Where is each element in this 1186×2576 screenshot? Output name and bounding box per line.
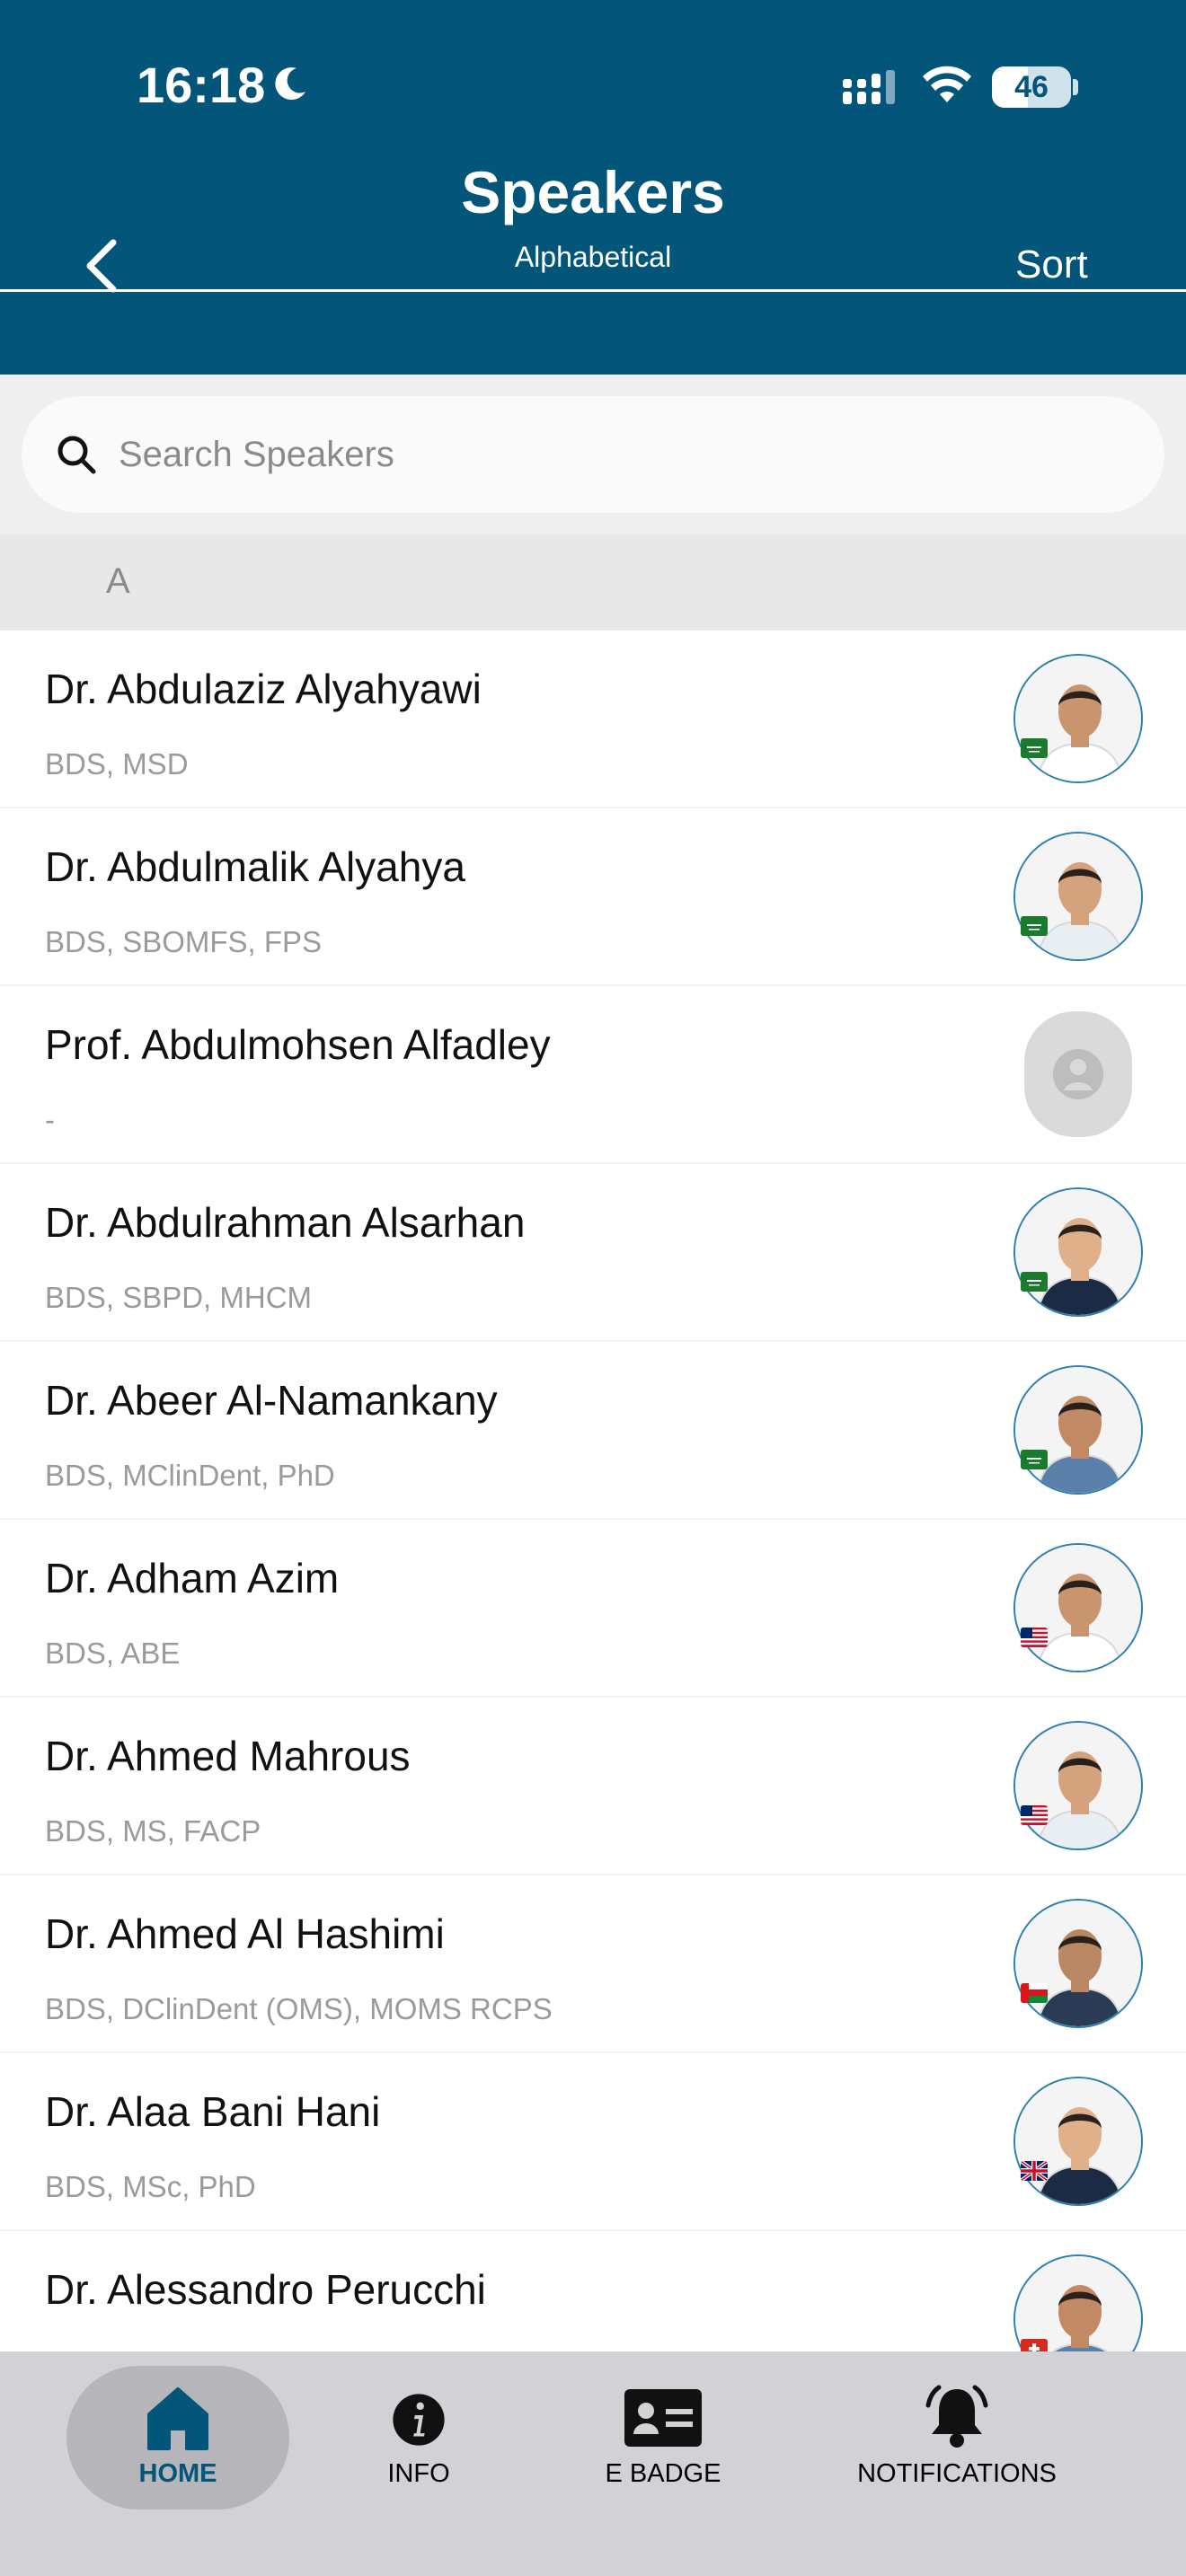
tab-info[interactable]: INFO (347, 2351, 491, 2513)
speaker-credentials: BDS, ABE (45, 1636, 181, 1670)
search-icon (58, 436, 96, 474)
speaker-name: Dr. Abdulaziz Alyahyawi (45, 666, 482, 712)
saudi-flag-icon (1021, 1272, 1048, 1292)
speaker-credentials: BDS, MSD (45, 747, 189, 781)
speaker-name: Dr. Abdulrahman Alsarhan (45, 1199, 526, 1246)
speaker-row[interactable]: Dr. Ahmed Al Hashimi BDS, DClinDent (OMS)… (0, 1875, 1186, 2051)
page-title: Speakers (461, 159, 725, 225)
saudi-flag-icon (1021, 738, 1048, 758)
speaker-row[interactable]: Dr. Ahmed Mahrous BDS, MS, FACP (0, 1698, 1186, 1874)
tab-home[interactable]: HOME (106, 2351, 250, 2513)
avatar-placeholder (1024, 1011, 1132, 1137)
cellular-signal-icon (843, 70, 895, 104)
wifi-icon (923, 66, 971, 102)
search-box[interactable] (22, 396, 1164, 513)
speaker-photo (1013, 2254, 1143, 2351)
info-icon (393, 2394, 445, 2446)
status-time: 16:18 (137, 57, 266, 113)
usa-flag-icon (1021, 1805, 1048, 1825)
saudi-flag-icon (1021, 916, 1048, 936)
speaker-list: Dr. Abdulaziz Alyahyawi BDS, MSD Dr. Abdul… (0, 631, 1186, 2351)
saudi-flag-icon (1021, 1450, 1048, 1469)
home-icon (147, 2387, 208, 2450)
speaker-photo (1013, 832, 1143, 961)
speaker-row[interactable]: Prof. Abdulmohsen Alfadley - (0, 986, 1186, 1162)
speaker-name: Dr. Abdulmalik Alyahya (45, 843, 465, 890)
badge-icon (624, 2389, 702, 2447)
speaker-row[interactable]: Dr. Adham Azim BDS, ABE (0, 1520, 1186, 1696)
speaker-name: Dr. Alessandro Perucchi (45, 2266, 486, 2313)
speaker-credentials: BDS, MSc, PhD (45, 2170, 256, 2203)
back-button[interactable] (77, 237, 128, 295)
speaker-name: Dr. Adham Azim (45, 1555, 340, 1601)
speaker-credentials: BDS, DClinDent (OMS), MOMS RCPS (45, 1992, 553, 2025)
usa-flag-icon (1021, 1628, 1048, 1647)
speaker-row[interactable]: Dr. Abdulmalik Alyahya BDS, SBOMFS, FPS (0, 808, 1186, 984)
tab-ebadge-label: E BADGE (605, 2459, 721, 2488)
bell-icon (925, 2385, 988, 2448)
search-input[interactable] (119, 423, 1107, 486)
sort-mode-subtitle: Alphabetical (514, 241, 672, 273)
oman-flag-icon (1021, 1983, 1048, 2003)
speaker-row[interactable]: Dr. Alaa Bani Hani BDS, MSc, PhD (0, 2053, 1186, 2229)
uk-flag-icon (1021, 2161, 1048, 2181)
tab-notifications[interactable]: NOTIFICATIONS (836, 2351, 1078, 2513)
section-header: A (0, 534, 1186, 631)
speaker-credentials: BDS, MS, FACP (45, 1814, 261, 1848)
tab-notifications-label: NOTIFICATIONS (857, 2459, 1057, 2488)
tab-ebadge[interactable]: E BADGE (582, 2351, 744, 2513)
battery-icon: 46 (992, 66, 1078, 108)
section-letter: A (106, 561, 130, 601)
header: 16:18 46 Speakers Alphabetical Sort (0, 0, 1186, 375)
speaker-row[interactable]: Dr. Abdulaziz Alyahyawi BDS, MSD (0, 631, 1186, 807)
speaker-name: Dr. Ahmed Mahrous (45, 1733, 411, 1779)
battery-percent: 46 (1014, 70, 1049, 104)
speaker-photo (1013, 1899, 1143, 2028)
speaker-credentials: - (45, 1103, 55, 1136)
speaker-photo (1013, 1543, 1143, 1672)
speaker-row[interactable]: Dr. Abdulrahman Alsarhan BDS, SBPD, MHCM (0, 1164, 1186, 1340)
moon-icon (275, 67, 305, 101)
speaker-photo (1013, 1187, 1143, 1317)
speaker-name: Prof. Abdulmohsen Alfadley (45, 1021, 551, 1068)
speaker-name: Dr. Ahmed Al Hashimi (45, 1910, 445, 1957)
sort-button[interactable]: Sort (1015, 243, 1088, 287)
speaker-photo (1013, 654, 1143, 783)
user-placeholder-icon (1053, 1049, 1103, 1099)
tab-home-label: HOME (138, 2459, 217, 2488)
speaker-credentials: BDS, MClinDent, PhD (45, 1459, 335, 1492)
speaker-row[interactable]: Dr. Alessandro Perucchi (0, 2231, 1186, 2351)
tab-info-label: INFO (387, 2459, 450, 2488)
speaker-photo (1013, 1365, 1143, 1495)
speaker-credentials: BDS, SBPD, MHCM (45, 1281, 313, 1314)
speaker-photo (1013, 2077, 1143, 2206)
bottom-nav: HOME INFO E BADGE NOTIFICATIONS (0, 2351, 1186, 2576)
speaker-name: Dr. Alaa Bani Hani (45, 2088, 381, 2135)
speaker-name: Dr. Abeer Al-Namankany (45, 1377, 498, 1424)
speaker-credentials: BDS, SBOMFS, FPS (45, 925, 323, 958)
speaker-photo (1013, 1721, 1143, 1850)
switzerland-flag-icon (1021, 2339, 1048, 2351)
speaker-row[interactable]: Dr. Abeer Al-Namankany BDS, MClinDent, Ph… (0, 1342, 1186, 1518)
search-bar-container (0, 375, 1186, 534)
header-divider (0, 289, 1186, 292)
